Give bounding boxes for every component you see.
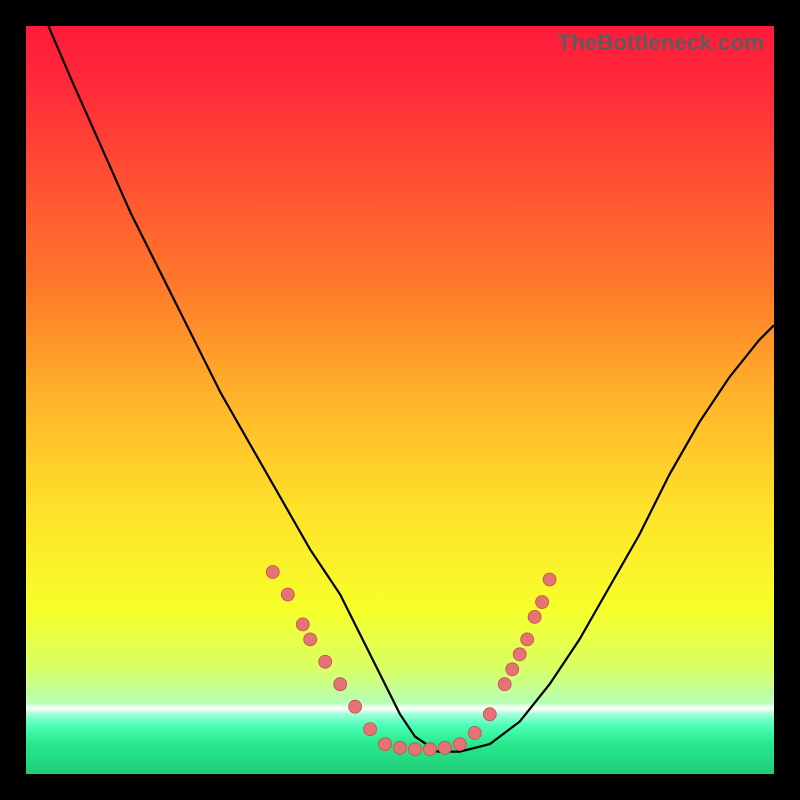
marker-dot — [513, 648, 526, 661]
marker-dot — [364, 723, 377, 736]
marker-dot — [528, 610, 541, 623]
marker-dot — [379, 738, 392, 751]
marker-dot — [498, 678, 511, 691]
marker-dot — [409, 743, 422, 756]
marker-dot — [281, 588, 294, 601]
marker-dot — [468, 726, 481, 739]
marker-dot — [483, 708, 496, 721]
marker-dot — [453, 738, 466, 751]
marker-dot — [423, 743, 436, 756]
marker-dot — [394, 741, 407, 754]
marker-dot — [319, 655, 332, 668]
marker-dot — [304, 633, 317, 646]
marker-dot — [543, 573, 556, 586]
marker-dot — [438, 741, 451, 754]
marker-dot — [266, 566, 279, 579]
marker-dot — [506, 663, 519, 676]
chart-frame: TheBottleneck.com — [26, 26, 774, 774]
marker-dot — [349, 700, 362, 713]
watermark-text: TheBottleneck.com — [558, 30, 764, 56]
marker-dot — [536, 596, 549, 609]
marker-dot — [521, 633, 534, 646]
plot-area — [26, 26, 774, 774]
marker-dot — [296, 618, 309, 631]
marker-dot — [334, 678, 347, 691]
curve-markers — [26, 26, 774, 774]
